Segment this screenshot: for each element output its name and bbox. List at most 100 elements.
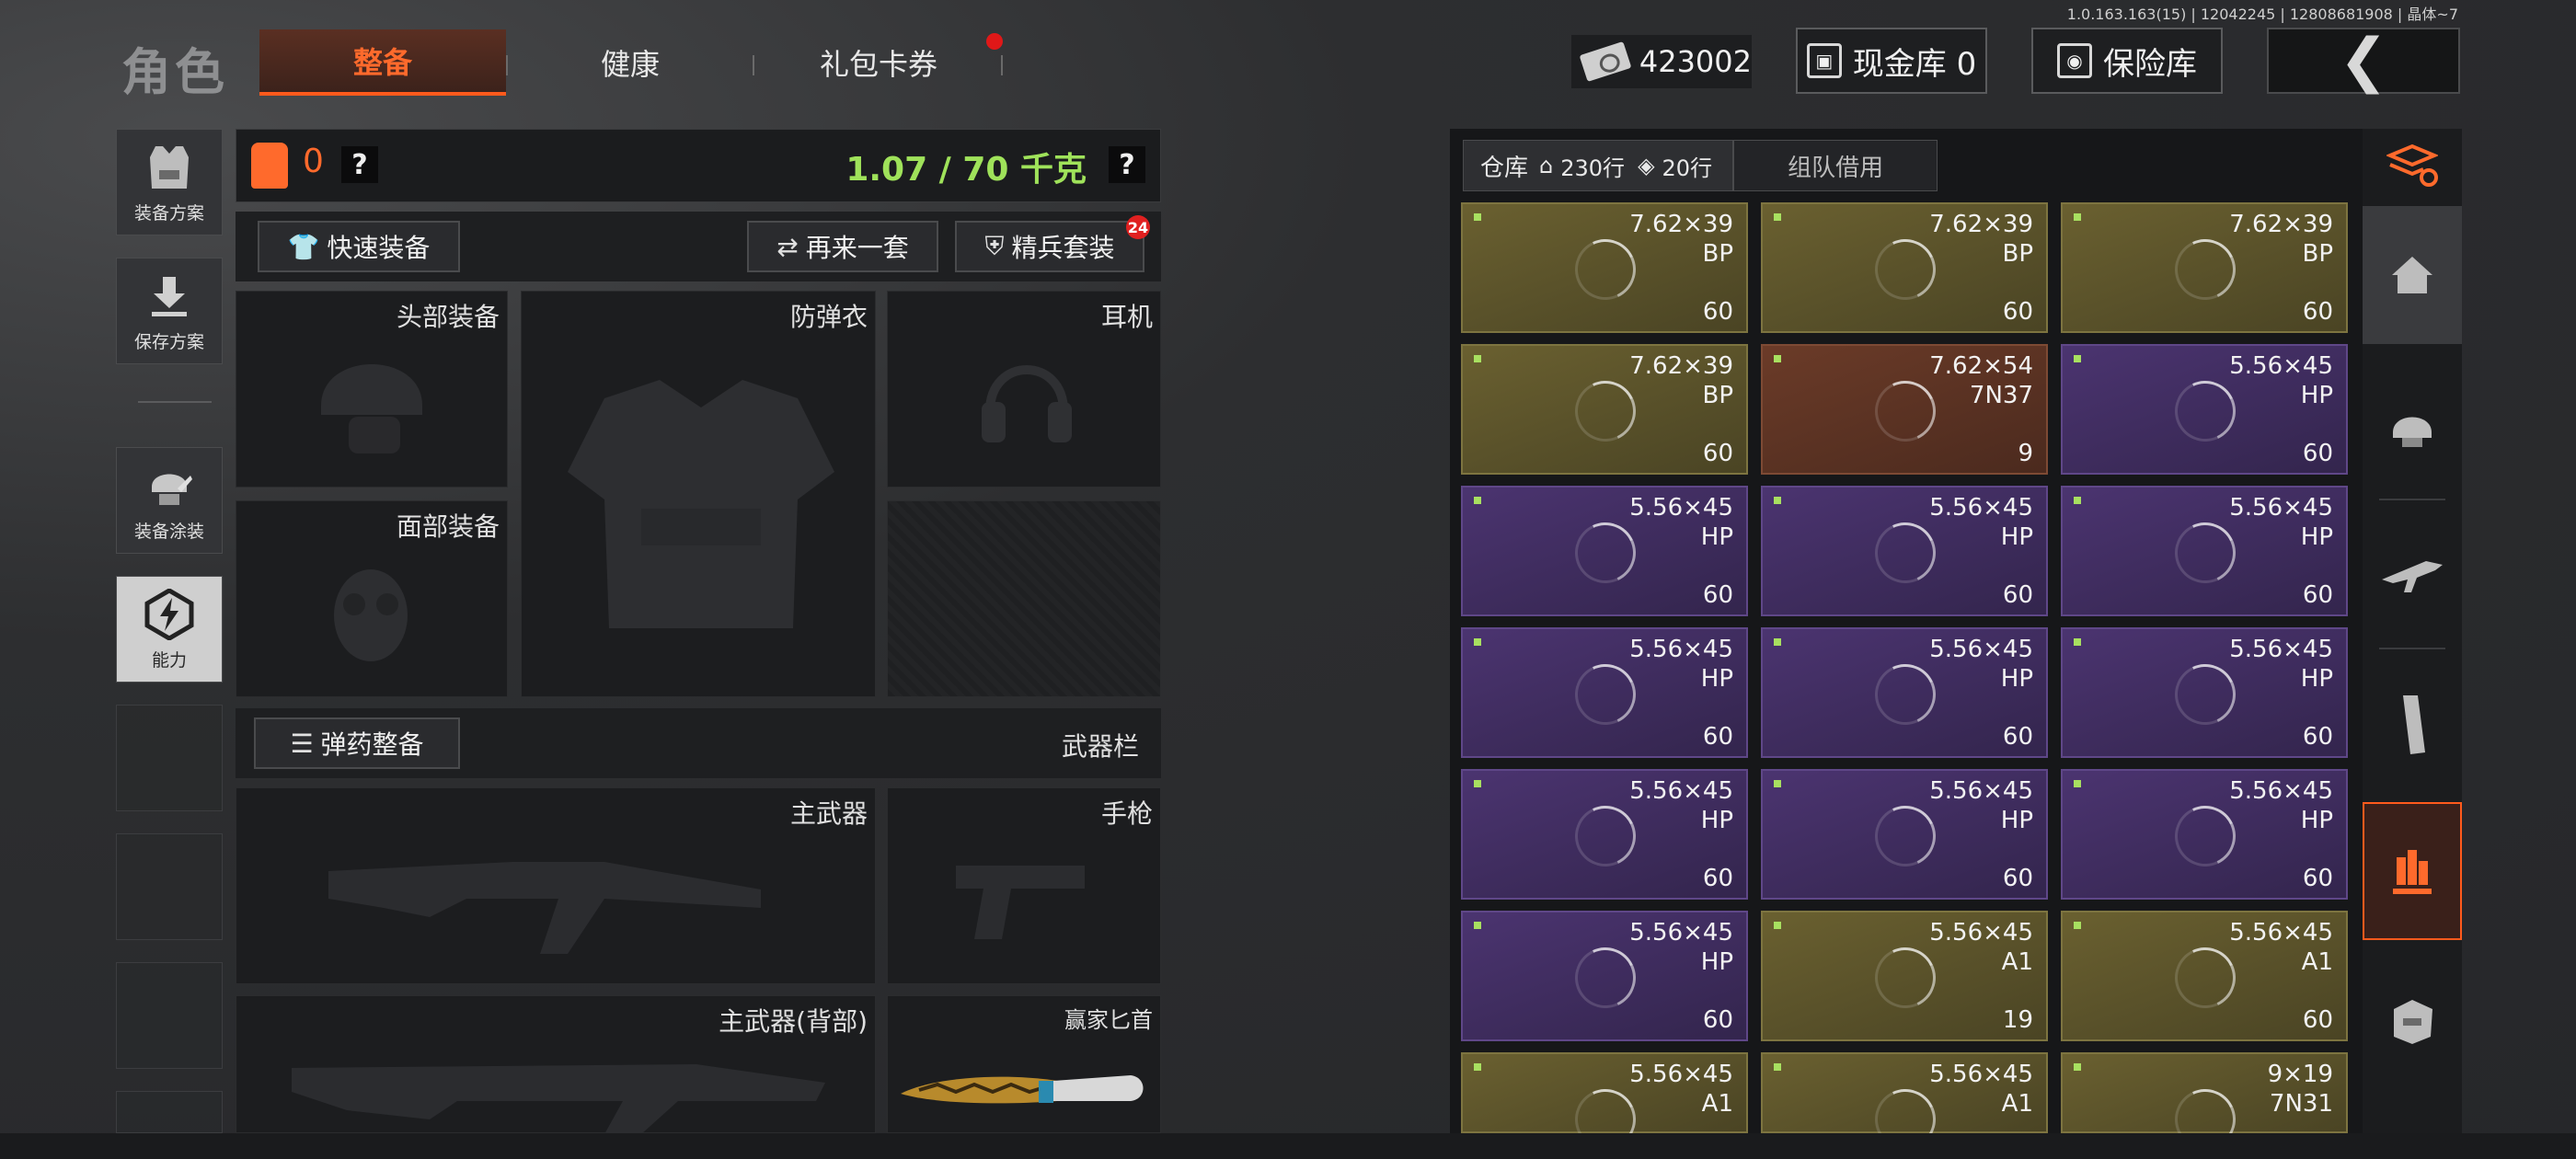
game-screen: 1.0.163.163(15) | 12042245 | 12808681908…: [0, 0, 2576, 1159]
ammo-category-button[interactable]: [2363, 802, 2462, 940]
bottom-strip: [0, 1133, 2576, 1159]
stash-item[interactable]: 5.56×45 A1: [1761, 1052, 2048, 1159]
tab-loadout[interactable]: 整备: [259, 29, 506, 96]
equipment-header: 0 ? 1.07 / 70 千克 ?: [236, 129, 1161, 202]
item-quantity: 60: [1702, 581, 1733, 609]
item-caliber: 7.62×39 BP: [1629, 352, 1733, 409]
tab-divider: [506, 55, 508, 75]
stash-item[interactable]: 5.56×45 HP 60: [1761, 769, 2048, 900]
melee-slot[interactable]: 赢家匕首: [887, 995, 1161, 1133]
stash-item[interactable]: 7.62×39 BP 60: [2061, 202, 2348, 333]
sidebar-item-skin[interactable]: 装备涂装: [116, 447, 223, 554]
rifle-silhouette-icon: [328, 862, 761, 954]
weight-display: 1.07 / 70 千克: [845, 151, 1087, 189]
cash-vault-button[interactable]: ▣ 现金库 0: [1796, 28, 1987, 94]
item-quantity: 60: [1702, 1006, 1733, 1034]
rifle-category-button[interactable]: [2363, 506, 2462, 644]
help-icon[interactable]: ?: [1109, 146, 1145, 183]
tab-gift-cards[interactable]: 礼包卡券: [762, 29, 995, 96]
pistol-slot[interactable]: 手枪: [887, 787, 1161, 984]
primary-weapon-back-slot[interactable]: 主武器(背部): [236, 995, 876, 1134]
stash-item[interactable]: 5.56×45 A1: [1461, 1052, 1748, 1159]
item-marker: [2074, 638, 2081, 646]
slot-label: 防弹衣: [789, 302, 868, 332]
item-marker: [1774, 638, 1781, 646]
ammo-equip-button[interactable]: ☰ 弹药整备: [254, 717, 460, 769]
stash-tabs: 仓库 ⌂ 230行 ◈ 20行 组队借用: [1463, 140, 1938, 191]
earpiece-slot[interactable]: 耳机: [887, 291, 1161, 488]
item-caliber: 5.56×45 HP: [1629, 494, 1733, 551]
armor-count: 0: [303, 143, 324, 180]
sidebar-item-label: 装备涂装: [133, 521, 204, 542]
stack-refresh-icon[interactable]: [2363, 129, 2462, 202]
help-icon[interactable]: ?: [341, 146, 378, 183]
repeat-set-button[interactable]: ⇄ 再来一套: [747, 221, 938, 272]
body-armor-slot[interactable]: 防弹衣: [521, 291, 876, 697]
stash-item[interactable]: 7.62×39 BP 60: [1461, 344, 1748, 475]
stash-item[interactable]: 5.56×45 HP 60: [2061, 344, 2348, 475]
item-marker: [2074, 922, 2081, 929]
stash-item[interactable]: 9×19 7N31: [2061, 1052, 2348, 1159]
stash-item[interactable]: 7.62×39 BP 60: [1461, 202, 1748, 333]
item-marker: [2074, 355, 2081, 362]
sidebar-item-ability[interactable]: 能力: [116, 576, 223, 683]
stash-item[interactable]: 5.56×45 HP 60: [2061, 486, 2348, 616]
item-caliber: 5.56×45 HP: [2229, 352, 2333, 409]
item-caliber: 5.56×45 A1: [1929, 919, 2033, 976]
money-value: 423002: [1639, 44, 1752, 79]
face-slot[interactable]: 面部装备: [236, 500, 508, 697]
tab-health[interactable]: 健康: [515, 29, 745, 96]
item-marker: [1474, 780, 1481, 787]
elite-set-button[interactable]: ⛨ 精兵套装 24: [955, 215, 1150, 272]
tab-team-borrow[interactable]: 组队借用: [1733, 140, 1938, 191]
home-category-button[interactable]: [2363, 206, 2462, 344]
stash-item[interactable]: 5.56×45 HP 60: [1461, 486, 1748, 616]
stash-item[interactable]: 5.56×45 HP 60: [1761, 486, 2048, 616]
helmet-paint-icon: [144, 459, 195, 512]
stash-item[interactable]: 7.62×54 7N37 9: [1761, 344, 2048, 475]
shirt-icon: 👕: [287, 231, 320, 262]
stash-item[interactable]: 7.62×39 BP 60: [1761, 202, 2048, 333]
stash-item[interactable]: 5.56×45 HP 60: [1461, 911, 1748, 1041]
item-marker: [1774, 213, 1781, 221]
armor-vest-icon: [251, 143, 288, 189]
item-caliber: 5.56×45 A1: [2229, 919, 2333, 976]
item-caliber: 5.56×45 HP: [2229, 494, 2333, 551]
item-marker: [2074, 780, 2081, 787]
armor-category-button[interactable]: [2363, 953, 2462, 1091]
weapon-bar-label: 武器栏: [1061, 731, 1139, 762]
stash-item[interactable]: 5.56×45 HP 60: [1761, 627, 2048, 758]
vest-icon: [144, 141, 195, 194]
safe-button[interactable]: ◉ 保险库: [2031, 28, 2223, 94]
item-marker: [1474, 497, 1481, 504]
sidebar-item-loadout-plan[interactable]: 装备方案: [116, 129, 223, 235]
tab-warehouse[interactable]: 仓库 ⌂ 230行 ◈ 20行: [1463, 140, 1734, 191]
gasmask-silhouette-icon: [334, 569, 408, 661]
item-caliber: 7.62×39 BP: [1629, 211, 1733, 268]
item-marker: [1774, 922, 1781, 929]
helmet-category-button[interactable]: [2363, 359, 2462, 497]
stash-item[interactable]: 5.56×45 HP 60: [2061, 769, 2348, 900]
stash-item[interactable]: 5.56×45 HP 60: [1461, 769, 1748, 900]
sidebar-item-save-plan[interactable]: 保存方案: [116, 258, 223, 364]
item-quantity: 60: [2002, 865, 2033, 892]
stash-item[interactable]: 5.56×45 A1 60: [2061, 911, 2348, 1041]
quick-equip-button[interactable]: 👕 快速装备: [258, 221, 460, 272]
primary-weapon-slot[interactable]: 主武器: [236, 787, 876, 984]
sidebar-empty-slot: [116, 1091, 223, 1133]
item-caliber: 5.56×45 HP: [1629, 919, 1733, 976]
ammo-bar: ☰ 弹药整备 武器栏: [236, 708, 1161, 778]
stash-item[interactable]: 5.56×45 A1 19: [1761, 911, 2048, 1041]
rail-divider: [2379, 648, 2445, 649]
item-marker: [1474, 638, 1481, 646]
back-button[interactable]: ❮: [2267, 28, 2460, 94]
item-quantity: 60: [2302, 1006, 2333, 1034]
rifle-icon: [2382, 561, 2443, 592]
magazine-category-button[interactable]: [2363, 655, 2462, 793]
head-slot[interactable]: 头部装备: [236, 291, 508, 488]
ammo-equip-label: 弹药整备: [320, 729, 424, 760]
item-quantity: 60: [2302, 865, 2333, 892]
stash-item[interactable]: 5.56×45 HP 60: [2061, 627, 2348, 758]
repeat-set-label: 再来一套: [805, 233, 909, 263]
stash-item[interactable]: 5.56×45 HP 60: [1461, 627, 1748, 758]
